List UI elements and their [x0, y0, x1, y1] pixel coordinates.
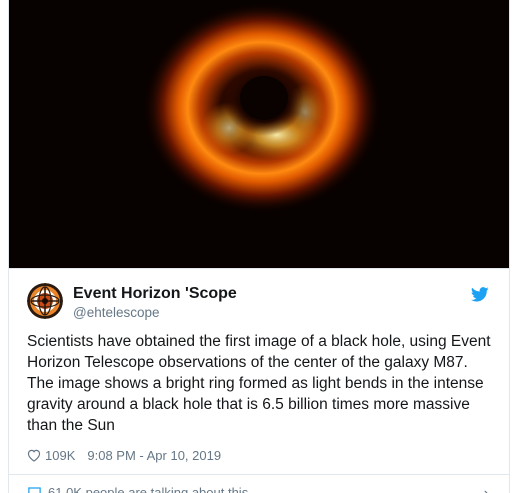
tweet-timestamp[interactable]: 9:08 PM - Apr 10, 2019 — [87, 448, 221, 463]
author-name[interactable]: Event Horizon 'Scope — [73, 285, 237, 303]
chevron-right-icon: › — [484, 485, 489, 493]
avatar[interactable] — [27, 283, 63, 319]
tweet-header: Event Horizon 'Scope @ehtelescope — [9, 268, 509, 320]
heart-icon[interactable] — [27, 449, 41, 462]
black-hole-image[interactable] — [9, 0, 509, 268]
conversation-link[interactable]: 61.0K people are talking about this › — [9, 474, 509, 493]
author-handle[interactable]: @ehtelescope — [73, 305, 160, 320]
twitter-bird-icon[interactable] — [471, 287, 489, 302]
eht-logo-icon — [27, 283, 63, 319]
black-hole-graphic — [9, 0, 509, 268]
embedded-tweet-card: Event Horizon 'Scope @ehtelescope Scient… — [8, 0, 510, 493]
tweet-meta: 109K 9:08 PM - Apr 10, 2019 — [27, 446, 221, 464]
like-count[interactable]: 109K — [45, 448, 75, 463]
tweet-text: Scientists have obtained the first image… — [27, 333, 491, 434]
talking-about-text: 61.0K people are talking about this — [48, 485, 249, 493]
comment-icon — [28, 486, 41, 493]
